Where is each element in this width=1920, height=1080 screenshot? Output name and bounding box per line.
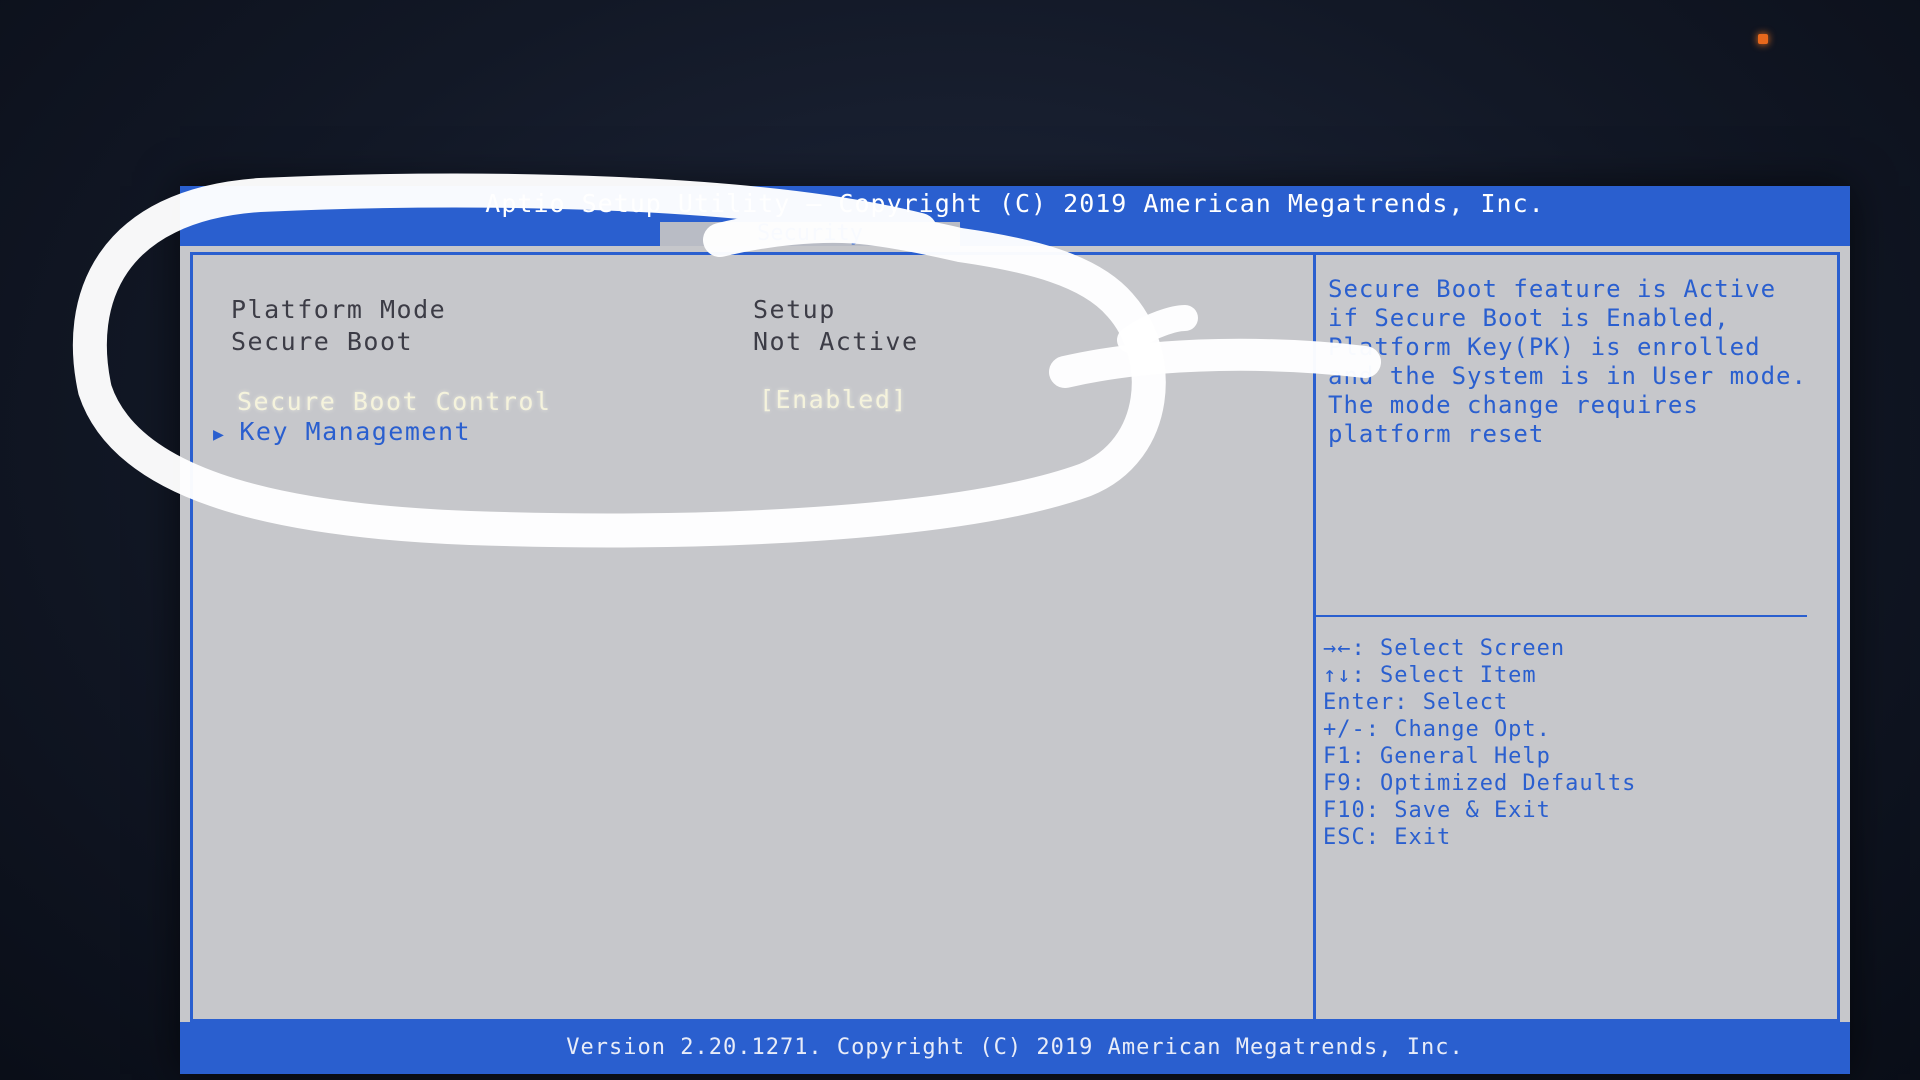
- title-bar: Aptio Setup Utility – Copyright (C) 2019…: [180, 186, 1850, 222]
- key-management-label: Key Management: [239, 417, 472, 446]
- key-hint: +/-: Change Opt.: [1323, 717, 1551, 742]
- main-frame: Platform Mode Setup Secure Boot Not Acti…: [190, 252, 1840, 1022]
- secure-boot-value: Not Active: [753, 327, 919, 356]
- secure-boot-control-value[interactable]: [Enabled]: [759, 385, 908, 414]
- key-hint: ESC: Exit: [1323, 825, 1452, 850]
- key-management-item[interactable]: ▶ Key Management: [213, 417, 471, 446]
- key-hint: ↑↓: Select Item: [1323, 663, 1537, 688]
- tab-strip: Security: [180, 222, 1850, 246]
- secure-boot-label: Secure Boot: [231, 327, 414, 356]
- help-line: platform reset: [1328, 420, 1545, 448]
- vertical-divider: [1313, 255, 1316, 1019]
- key-hint: F1: General Help: [1323, 744, 1551, 769]
- tab-security[interactable]: Security: [660, 222, 960, 246]
- key-hint: F10: Save & Exit: [1323, 798, 1551, 823]
- footer-text: Version 2.20.1271. Copyright (C) 2019 Am…: [566, 1035, 1464, 1060]
- help-line: The mode change requires: [1328, 391, 1699, 419]
- key-hint: F9: Optimized Defaults: [1323, 771, 1637, 796]
- platform-mode-value: Setup: [753, 295, 836, 324]
- help-divider: [1316, 615, 1807, 617]
- title-text: Aptio Setup Utility – Copyright (C) 2019…: [485, 189, 1545, 218]
- key-hint: →←: Select Screen: [1323, 636, 1566, 661]
- help-panel: Secure Boot feature is Active if Secure …: [1328, 275, 1828, 449]
- help-line: Platform Key(PK) is enrolled: [1328, 333, 1761, 361]
- help-line: and the System is in User mode.: [1328, 362, 1807, 390]
- key-hint: Enter: Select: [1323, 690, 1509, 715]
- help-line: if Secure Boot is Enabled,: [1328, 304, 1730, 332]
- secure-boot-control-option[interactable]: Secure Boot Control: [237, 387, 551, 416]
- footer-bar: Version 2.20.1271. Copyright (C) 2019 Am…: [180, 1022, 1850, 1074]
- platform-mode-label: Platform Mode: [231, 295, 447, 324]
- bios-screen: Aptio Setup Utility – Copyright (C) 2019…: [180, 186, 1850, 1074]
- camera-glare: [1758, 34, 1768, 44]
- submenu-arrow-icon: ▶: [213, 424, 226, 445]
- key-legend: →←: Select Screen ↑↓: Select Item Enter:…: [1323, 635, 1636, 851]
- help-line: Secure Boot feature is Active: [1328, 275, 1777, 303]
